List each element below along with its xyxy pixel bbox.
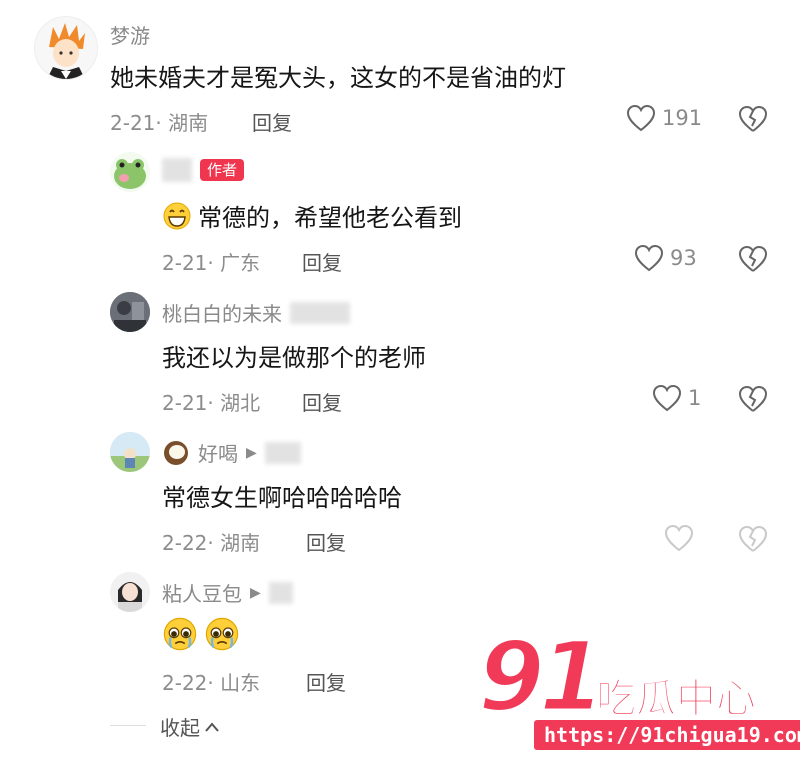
comment-author[interactable]: 好喝 ▶ — [162, 438, 301, 467]
like-button[interactable]: 1 — [652, 384, 701, 412]
like-count: 1 — [688, 386, 702, 410]
comment-date: 2-21 — [162, 391, 208, 415]
heart-icon — [652, 384, 682, 412]
comment-content: 常德女生啊哈哈哈哈哈 — [162, 484, 402, 512]
dislike-button[interactable] — [736, 244, 770, 276]
comment-meta: 2-22· 湖南 — [162, 531, 261, 555]
like-button[interactable] — [664, 524, 694, 552]
grin-emoji-icon — [163, 202, 191, 229]
author-name[interactable]: 桃白白的未来 — [162, 298, 282, 327]
comment-location: 广东 — [220, 251, 261, 275]
watermark: 91 吃瓜中心 https://91chigua19.com — [477, 621, 800, 761]
comment-meta: 2-21· 湖南 — [110, 111, 209, 135]
broken-heart-icon — [738, 245, 768, 272]
watermark-number: 91 — [477, 621, 608, 734]
comment-author[interactable]: 粘人豆包 ▶ — [162, 578, 293, 607]
reply-button[interactable]: 回复 — [306, 527, 346, 556]
divider — [110, 725, 146, 726]
comment-author[interactable]: 作者 — [162, 158, 245, 182]
avatar[interactable] — [110, 432, 150, 472]
pleading-emoji-icon — [205, 617, 239, 651]
avatar[interactable] — [110, 572, 150, 612]
comment-date: 2-21 — [162, 251, 208, 275]
comment-date: 2-22 — [162, 671, 208, 695]
broken-heart-icon — [738, 385, 768, 412]
comment-text — [162, 616, 240, 652]
heart-icon — [634, 244, 664, 272]
pleading-emoji-icon — [163, 617, 197, 651]
comment-text: 常德女生啊哈哈哈哈哈 — [162, 478, 402, 513]
reply-button[interactable]: 回复 — [252, 107, 292, 136]
author-name[interactable]: 粘人豆包 — [162, 578, 242, 607]
watermark-url: https://91chigua19.com — [534, 720, 800, 750]
comment-content: 常德的，希望他老公看到 — [198, 204, 462, 232]
coconut-emoji-icon — [164, 440, 188, 465]
comment-location: 湖南 — [220, 531, 261, 555]
reply-button[interactable]: 回复 — [306, 667, 346, 696]
comment-meta: 2-21· 广东 — [162, 251, 261, 275]
collapse-label: 收起 — [160, 716, 200, 740]
comment-meta: 2-21· 湖北 — [162, 391, 261, 415]
reply-button[interactable]: 回复 — [302, 387, 342, 416]
play-icon: ▶ — [246, 444, 257, 461]
comment-author[interactable]: 梦游 — [110, 20, 150, 49]
comment-meta: 2-22· 山东 — [162, 671, 261, 695]
watermark-name: 吃瓜中心 — [596, 676, 757, 723]
comment-text: 常德的，希望他老公看到 — [162, 198, 462, 233]
author-name[interactable]: 好喝 — [198, 438, 238, 467]
comment-location: 山东 — [220, 671, 261, 695]
comment-location: 湖北 — [220, 391, 261, 415]
reply-target-redacted — [268, 581, 293, 604]
heart-icon — [626, 104, 656, 132]
comment-author[interactable]: 桃白白的未来 — [162, 298, 350, 327]
chevron-up-icon — [205, 721, 219, 732]
author-badge-redacted — [290, 301, 350, 324]
comment-text: 我还以为是做那个的老师 — [162, 338, 426, 373]
avatar[interactable] — [34, 16, 98, 80]
like-button[interactable]: 93 — [634, 244, 697, 272]
reply-button[interactable]: 回复 — [302, 247, 342, 276]
author-name-redacted — [162, 158, 192, 182]
author-badge: 作者 — [200, 159, 245, 181]
dislike-button[interactable] — [736, 104, 770, 136]
collapse-replies-button[interactable]: 收起 — [160, 712, 220, 741]
broken-heart-icon — [738, 105, 768, 132]
author-name[interactable]: 梦游 — [110, 20, 150, 49]
comment-content: 我还以为是做那个的老师 — [162, 344, 426, 372]
comment-text: 她未婚夫才是冤大头，这女的不是省油的灯 — [110, 58, 566, 93]
comment-date: 2-22 — [162, 531, 208, 555]
play-icon: ▶ — [250, 584, 261, 601]
dislike-button[interactable] — [736, 384, 770, 416]
dislike-button[interactable] — [736, 524, 770, 556]
comment-content: 她未婚夫才是冤大头，这女的不是省油的灯 — [110, 64, 566, 92]
heart-icon — [664, 524, 694, 552]
broken-heart-icon — [738, 525, 768, 552]
reply-target-redacted — [264, 441, 301, 464]
like-count: 191 — [662, 106, 703, 130]
avatar[interactable] — [110, 292, 150, 332]
like-count: 93 — [670, 246, 697, 270]
avatar[interactable] — [110, 152, 150, 192]
like-button[interactable]: 191 — [626, 104, 702, 132]
comment-date: 2-21 — [110, 111, 156, 135]
comment-location: 湖南 — [168, 111, 209, 135]
